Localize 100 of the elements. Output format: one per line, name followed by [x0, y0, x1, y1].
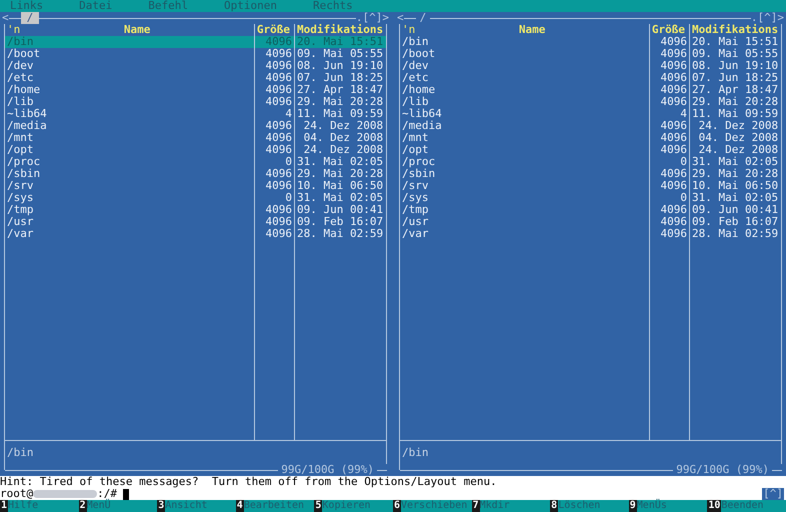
- disk-usage: 99G/100G (99%): [280, 464, 375, 476]
- file-row[interactable]: /proc 0 31. Mai 02:05: [5, 156, 386, 168]
- sort-indicator[interactable]: 'n: [402, 24, 416, 36]
- file-row[interactable]: /mnt 4096 04. Dez 2008: [5, 132, 386, 144]
- file-row[interactable]: /sys 0 31. Mai 02:05: [400, 192, 781, 204]
- file-row[interactable]: /var 4096 28. Mai 02:59: [400, 228, 781, 240]
- disk-usage: 99G/100G (99%): [675, 464, 770, 476]
- file-row[interactable]: /sys 0 31. Mai 02:05: [5, 192, 386, 204]
- file-date: 20. Mai 15:51: [294, 36, 386, 48]
- file-row[interactable]: /home 4096 27. Apr 18:47: [5, 84, 386, 96]
- file-name: /sbin: [401, 168, 436, 180]
- status-path: /bin: [402, 446, 428, 458]
- function-key[interactable]: 1Hilfe: [0, 500, 79, 512]
- file-name: /dev: [6, 60, 34, 72]
- key-number: 7: [472, 500, 480, 512]
- file-date: 09. Mai 05:55: [294, 48, 386, 60]
- function-key[interactable]: 10Beenden: [707, 500, 786, 512]
- file-row[interactable]: ~lib64 4 11. Mai 09:59: [400, 108, 781, 120]
- column-header[interactable]: Name: [415, 24, 649, 36]
- file-size: 4096: [649, 48, 689, 60]
- file-size: 0: [254, 156, 294, 168]
- function-key[interactable]: 7Mkdir: [472, 500, 550, 512]
- file-row[interactable]: /lib 4096 29. Mai 20:28: [5, 96, 386, 108]
- file-row[interactable]: /opt 4096 24. Dez 2008: [400, 144, 781, 156]
- file-size: 4096: [649, 132, 689, 144]
- file-date: 08. Jun 19:10: [294, 60, 386, 72]
- nav-right-text[interactable]: .[^]>: [356, 12, 389, 24]
- file-name: /etc: [401, 72, 430, 84]
- file-row[interactable]: /opt 4096 24. Dez 2008: [5, 144, 386, 156]
- file-row[interactable]: /srv 4096 10. Mai 06:50: [5, 180, 386, 192]
- file-row[interactable]: /tmp 4096 09. Jun 00:41: [400, 204, 781, 216]
- file-size: 4096: [649, 36, 689, 48]
- column-header[interactable]: Modifikations: [689, 24, 781, 36]
- function-key[interactable]: 4Bearbeiten: [236, 500, 314, 512]
- file-row[interactable]: /media 4096 24. Dez 2008: [400, 120, 781, 132]
- file-name: /home: [6, 84, 42, 96]
- file-row[interactable]: /bin 4096 20. Mai 15:51: [400, 36, 781, 48]
- key-number: 2: [78, 500, 87, 512]
- key-label: MenÜ: [86, 500, 111, 512]
- file-row[interactable]: /lib 4096 29. Mai 20:28: [400, 96, 781, 108]
- file-date: 09. Feb 16:07: [689, 216, 781, 228]
- file-name: /sbin: [6, 168, 42, 180]
- function-key[interactable]: 6Verschieben: [392, 500, 472, 512]
- file-row[interactable]: /usr 4096 09. Feb 16:07: [5, 216, 386, 228]
- file-row[interactable]: /tmp 4096 09. Jun 00:41: [5, 204, 386, 216]
- key-number: 5: [314, 500, 322, 512]
- file-row[interactable]: /dev 4096 08. Jun 19:10: [5, 60, 386, 72]
- file-size: 4096: [254, 72, 294, 84]
- file-row[interactable]: ~lib64 4 11. Mai 09:59: [5, 108, 386, 120]
- file-size: 4096: [649, 96, 689, 108]
- file-row[interactable]: /usr 4096 09. Feb 16:07: [400, 216, 781, 228]
- file-size: 4096: [254, 216, 294, 228]
- key-label: MenÜs: [636, 500, 667, 512]
- nav-left-text[interactable]: <: [397, 12, 404, 24]
- function-key[interactable]: 8 Löschen: [550, 500, 629, 512]
- file-date: 31. Mai 02:05: [294, 156, 386, 168]
- file-row[interactable]: /etc 4096 07. Jun 18:25: [5, 72, 386, 84]
- file-row[interactable]: /mnt 4096 04. Dez 2008: [400, 132, 781, 144]
- key-number: 3: [157, 500, 166, 512]
- file-date: 29. Mai 20:28: [689, 96, 781, 108]
- file-row[interactable]: /sbin 4096 29. Mai 20:28: [5, 168, 386, 180]
- file-row[interactable]: /home 4096 27. Apr 18:47: [400, 84, 781, 96]
- sort-indicator[interactable]: 'n: [7, 24, 20, 36]
- file-row[interactable]: /dev 4096 08. Jun 19:10: [400, 60, 781, 72]
- nav-left-text[interactable]: <: [2, 12, 9, 24]
- file-date: 27. Apr 18:47: [294, 84, 386, 96]
- file-row[interactable]: /sbin 4096 29. Mai 20:28: [400, 168, 781, 180]
- file-row[interactable]: /proc 0 31. Mai 02:05: [400, 156, 781, 168]
- file-size: 4096: [649, 204, 689, 216]
- column-header[interactable]: Größe: [649, 24, 689, 36]
- file-size: 0: [649, 156, 689, 168]
- file-size: 4: [254, 108, 294, 120]
- file-size: 4096: [649, 180, 689, 192]
- file-row[interactable]: /srv 4096 10. Mai 06:50: [400, 180, 781, 192]
- function-key[interactable]: 5Kopieren: [314, 500, 393, 512]
- column-header[interactable]: Name: [20, 24, 254, 36]
- scroll-marker[interactable]: [^]: [762, 488, 784, 500]
- file-row[interactable]: /media 4096 24. Dez 2008: [5, 120, 386, 132]
- file-size: 4096: [649, 228, 689, 240]
- file-date: 09. Mai 05:55: [689, 48, 781, 60]
- function-key[interactable]: 9MenÜs: [628, 500, 708, 512]
- file-row[interactable]: /etc 4096 07. Jun 18:25: [400, 72, 781, 84]
- key-number: 6: [392, 500, 401, 512]
- file-name: ~lib64: [401, 108, 443, 120]
- nav-right-text[interactable]: .[^]>: [750, 12, 784, 24]
- function-key[interactable]: 3Ansicht: [157, 500, 236, 512]
- file-row[interactable]: /boot 4096 09. Mai 05:55: [400, 48, 781, 60]
- file-row[interactable]: /boot 4096 09. Mai 05:55: [5, 48, 386, 60]
- file-name: /lib: [401, 96, 430, 108]
- panel-path: /: [20, 12, 40, 24]
- file-date: 04. Dez 2008: [294, 132, 386, 144]
- function-key[interactable]: 2MenÜ: [78, 500, 158, 512]
- file-name: /opt: [6, 144, 34, 156]
- file-date: 10. Mai 06:50: [294, 180, 386, 192]
- file-name: /media: [401, 120, 443, 132]
- file-name: ~lib64: [6, 108, 48, 120]
- file-size: 4096: [254, 132, 294, 144]
- file-name: /boot: [401, 48, 436, 60]
- file-date: 10. Mai 06:50: [689, 180, 781, 192]
- file-row[interactable]: /var 4096 28. Mai 02:59: [5, 228, 386, 240]
